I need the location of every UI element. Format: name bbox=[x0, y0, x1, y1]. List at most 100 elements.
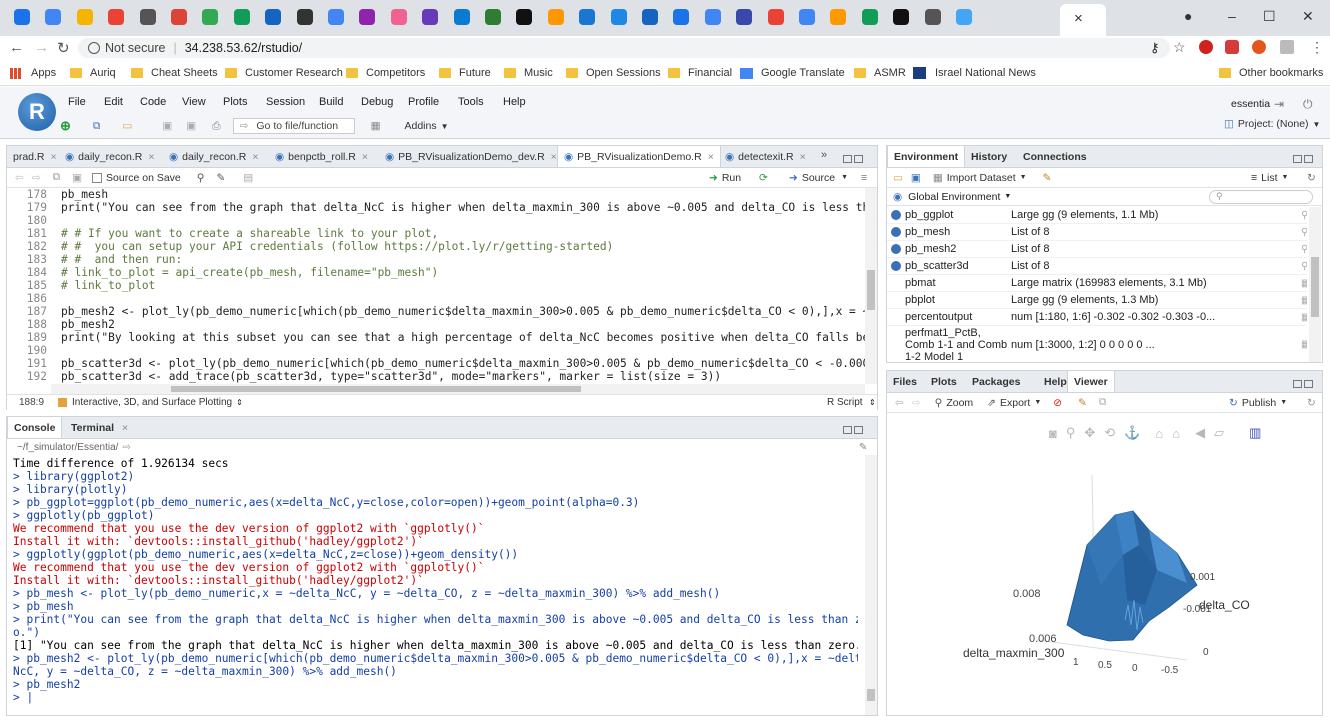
code-line[interactable]: 184 # link_to_plot = api_create(pb_mesh, … bbox=[7, 266, 865, 279]
expand-object-icon[interactable] bbox=[891, 261, 901, 271]
browser-tab-favicon-icon[interactable] bbox=[673, 9, 690, 25]
ext-abp-icon[interactable] bbox=[1225, 40, 1239, 54]
bookmark-cheat-sheets[interactable]: Cheat Sheets bbox=[131, 67, 218, 79]
bookmark-open-sessions[interactable]: Open Sessions bbox=[566, 67, 661, 79]
browser-tab-favicon-icon[interactable] bbox=[359, 9, 376, 25]
browser-tab-favicon-icon[interactable] bbox=[328, 9, 344, 25]
editor-tab-demo[interactable]: ◉ PB_RVisualizationDemo.R × bbox=[557, 146, 721, 167]
menu-profile[interactable]: Profile bbox=[408, 96, 439, 108]
code-line[interactable]: 178 pb_mesh bbox=[7, 188, 865, 201]
browser-tab-favicon-icon[interactable] bbox=[893, 9, 910, 25]
browser-tab-favicon-icon[interactable] bbox=[265, 9, 282, 25]
export-button[interactable]: ⇗ Export ▼ bbox=[987, 397, 1041, 409]
code-line[interactable]: 187 pb_mesh2 <- plot_ly(pb_demo_numeric[w… bbox=[7, 305, 865, 318]
expand-object-icon[interactable] bbox=[891, 244, 901, 254]
browser-tab-favicon-icon[interactable] bbox=[704, 9, 721, 25]
menu-session[interactable]: Session bbox=[266, 96, 305, 108]
console-minmax[interactable] bbox=[843, 423, 867, 434]
code-line[interactable]: 192 pb_scatter3d <- add_trace(pb_scatter3… bbox=[7, 370, 865, 383]
browser-tab-favicon-icon[interactable] bbox=[956, 9, 972, 25]
code-line[interactable]: 182 # # you can setup your API credential… bbox=[7, 240, 865, 253]
browser-tab-favicon-icon[interactable] bbox=[830, 9, 847, 25]
new-project-icon[interactable]: ⧉ bbox=[93, 120, 101, 133]
browser-tab-favicon-icon[interactable] bbox=[485, 9, 501, 25]
editor-minmax[interactable] bbox=[843, 152, 867, 163]
project-menu[interactable]: ◫ Project: (None) ▼ bbox=[1224, 118, 1320, 130]
stop-icon[interactable]: ⊘ bbox=[1053, 397, 1062, 409]
broom-icon[interactable]: ✎ bbox=[1043, 172, 1052, 184]
browser-tab-favicon-icon[interactable] bbox=[516, 9, 533, 25]
bookmark-music[interactable]: Music bbox=[504, 67, 553, 79]
load-workspace-icon[interactable]: ▭ bbox=[893, 172, 903, 184]
browser-tab-favicon-icon[interactable] bbox=[14, 9, 30, 25]
viewer-minmax[interactable] bbox=[1293, 377, 1317, 388]
tab-plots[interactable]: Plots bbox=[925, 371, 963, 392]
browser-tab-favicon-icon[interactable] bbox=[642, 9, 658, 25]
tab-console[interactable]: Console bbox=[7, 417, 63, 438]
table-icon[interactable]: ▦ bbox=[1301, 312, 1307, 323]
menu-view[interactable]: View bbox=[182, 96, 206, 108]
search-icon[interactable]: ⚲ bbox=[1301, 210, 1307, 221]
expand-object-icon[interactable] bbox=[891, 340, 901, 350]
env-search-box[interactable]: ⚲ bbox=[1209, 190, 1313, 204]
code-line[interactable]: 186 bbox=[7, 292, 865, 305]
window-close-icon[interactable]: ✕ bbox=[1302, 8, 1314, 25]
search-icon[interactable]: ⚲ bbox=[1301, 227, 1307, 238]
browser-tab-favicon-icon[interactable] bbox=[547, 9, 564, 25]
code-line[interactable]: 189 print("By looking at this subset you … bbox=[7, 331, 865, 344]
tab-close-icon[interactable]: × bbox=[362, 151, 368, 163]
code-line[interactable]: 181 # # If you want to create a shareable… bbox=[7, 227, 865, 240]
expand-object-icon[interactable] bbox=[891, 227, 901, 237]
editor-tab-demo-dev[interactable]: ◉ PB_RVisualizationDemo_dev.R × bbox=[379, 146, 563, 167]
new-file-icon[interactable]: ⊕ bbox=[60, 118, 71, 134]
key-icon[interactable]: ⚷ bbox=[1150, 40, 1160, 56]
tab-close-icon[interactable]: × bbox=[551, 151, 557, 163]
tab-history[interactable]: History bbox=[965, 146, 1013, 167]
refresh-icon[interactable]: ↻ bbox=[1307, 172, 1316, 184]
browser-tab-favicon-icon[interactable] bbox=[390, 9, 407, 25]
search-icon[interactable]: ⚲ bbox=[1301, 261, 1307, 272]
back-arrow-icon[interactable]: ⇦ bbox=[15, 172, 24, 184]
environment-row[interactable]: percentoutput num [1:180, 1:6] -0.302 -0.… bbox=[887, 309, 1307, 326]
wand-icon[interactable]: ✎ bbox=[216, 172, 225, 184]
browser-tab-favicon-icon[interactable] bbox=[767, 9, 784, 25]
save-icon[interactable]: ▣ bbox=[162, 120, 172, 132]
source-button[interactable]: ➜ Source ▼ bbox=[789, 172, 848, 184]
environment-row[interactable]: pbplot Large gg (9 elements, 1.3 Mb) ▦ bbox=[887, 292, 1307, 309]
editor-tab-detectexit[interactable]: ◉ detectexit.R × bbox=[719, 146, 812, 167]
browser-tab-favicon-icon[interactable] bbox=[233, 9, 250, 25]
tab-viewer[interactable]: Viewer bbox=[1067, 371, 1115, 392]
tab-close-icon[interactable]: × bbox=[800, 151, 806, 163]
editor-hscroll[interactable] bbox=[51, 384, 865, 394]
back-arrow-icon[interactable]: ⇦ bbox=[895, 397, 904, 409]
code-editor[interactable]: 178 pb_mesh 179 print("You can see from the… bbox=[7, 188, 865, 384]
maximize-icon[interactable]: ☐ bbox=[1263, 8, 1276, 25]
browser-tab-favicon-icon[interactable] bbox=[422, 9, 439, 25]
view-mode-selector[interactable]: ≡ List ▼ bbox=[1251, 172, 1288, 184]
forward-arrow-icon[interactable]: ⇨ bbox=[32, 172, 41, 184]
reload-icon[interactable]: ↻ bbox=[57, 39, 70, 57]
grid-layout-icon[interactable]: ▦ bbox=[371, 120, 381, 132]
tab-packages[interactable]: Packages bbox=[966, 371, 1026, 392]
browser-tab-favicon-icon[interactable] bbox=[202, 9, 219, 25]
tab-files[interactable]: Files bbox=[887, 371, 923, 392]
expand-object-icon[interactable] bbox=[891, 278, 901, 288]
viewer-3d-plot[interactable]: 0.008 0.006 delta_maxmin_300 delta_CO 1 … bbox=[887, 435, 1322, 715]
menu-tools[interactable]: Tools bbox=[458, 96, 484, 108]
browser-tab-favicon-icon[interactable] bbox=[579, 9, 596, 25]
ext-play-icon[interactable] bbox=[1252, 40, 1266, 54]
bookmark-asmr[interactable]: ASMR bbox=[854, 67, 906, 79]
star-icon[interactable]: ☆ bbox=[1173, 39, 1186, 56]
clear-console-icon[interactable]: ✎ bbox=[859, 442, 867, 453]
expand-object-icon[interactable] bbox=[891, 210, 901, 220]
browser-tab-favicon-icon[interactable] bbox=[924, 9, 941, 25]
menu-plots[interactable]: Plots bbox=[223, 96, 247, 108]
editor-tab-prad[interactable]: prad.R × bbox=[7, 146, 63, 167]
table-icon[interactable]: ▦ bbox=[1301, 339, 1307, 350]
addins-menu[interactable]: Addins bbox=[405, 120, 437, 132]
table-icon[interactable]: ▦ bbox=[1301, 278, 1307, 289]
bookmark-apps[interactable]: Apps bbox=[10, 67, 56, 79]
save-icon[interactable]: ▣ bbox=[72, 172, 82, 184]
bookmark-auriq[interactable]: Auriq bbox=[70, 67, 116, 79]
source-on-save-checkbox[interactable] bbox=[92, 172, 103, 183]
